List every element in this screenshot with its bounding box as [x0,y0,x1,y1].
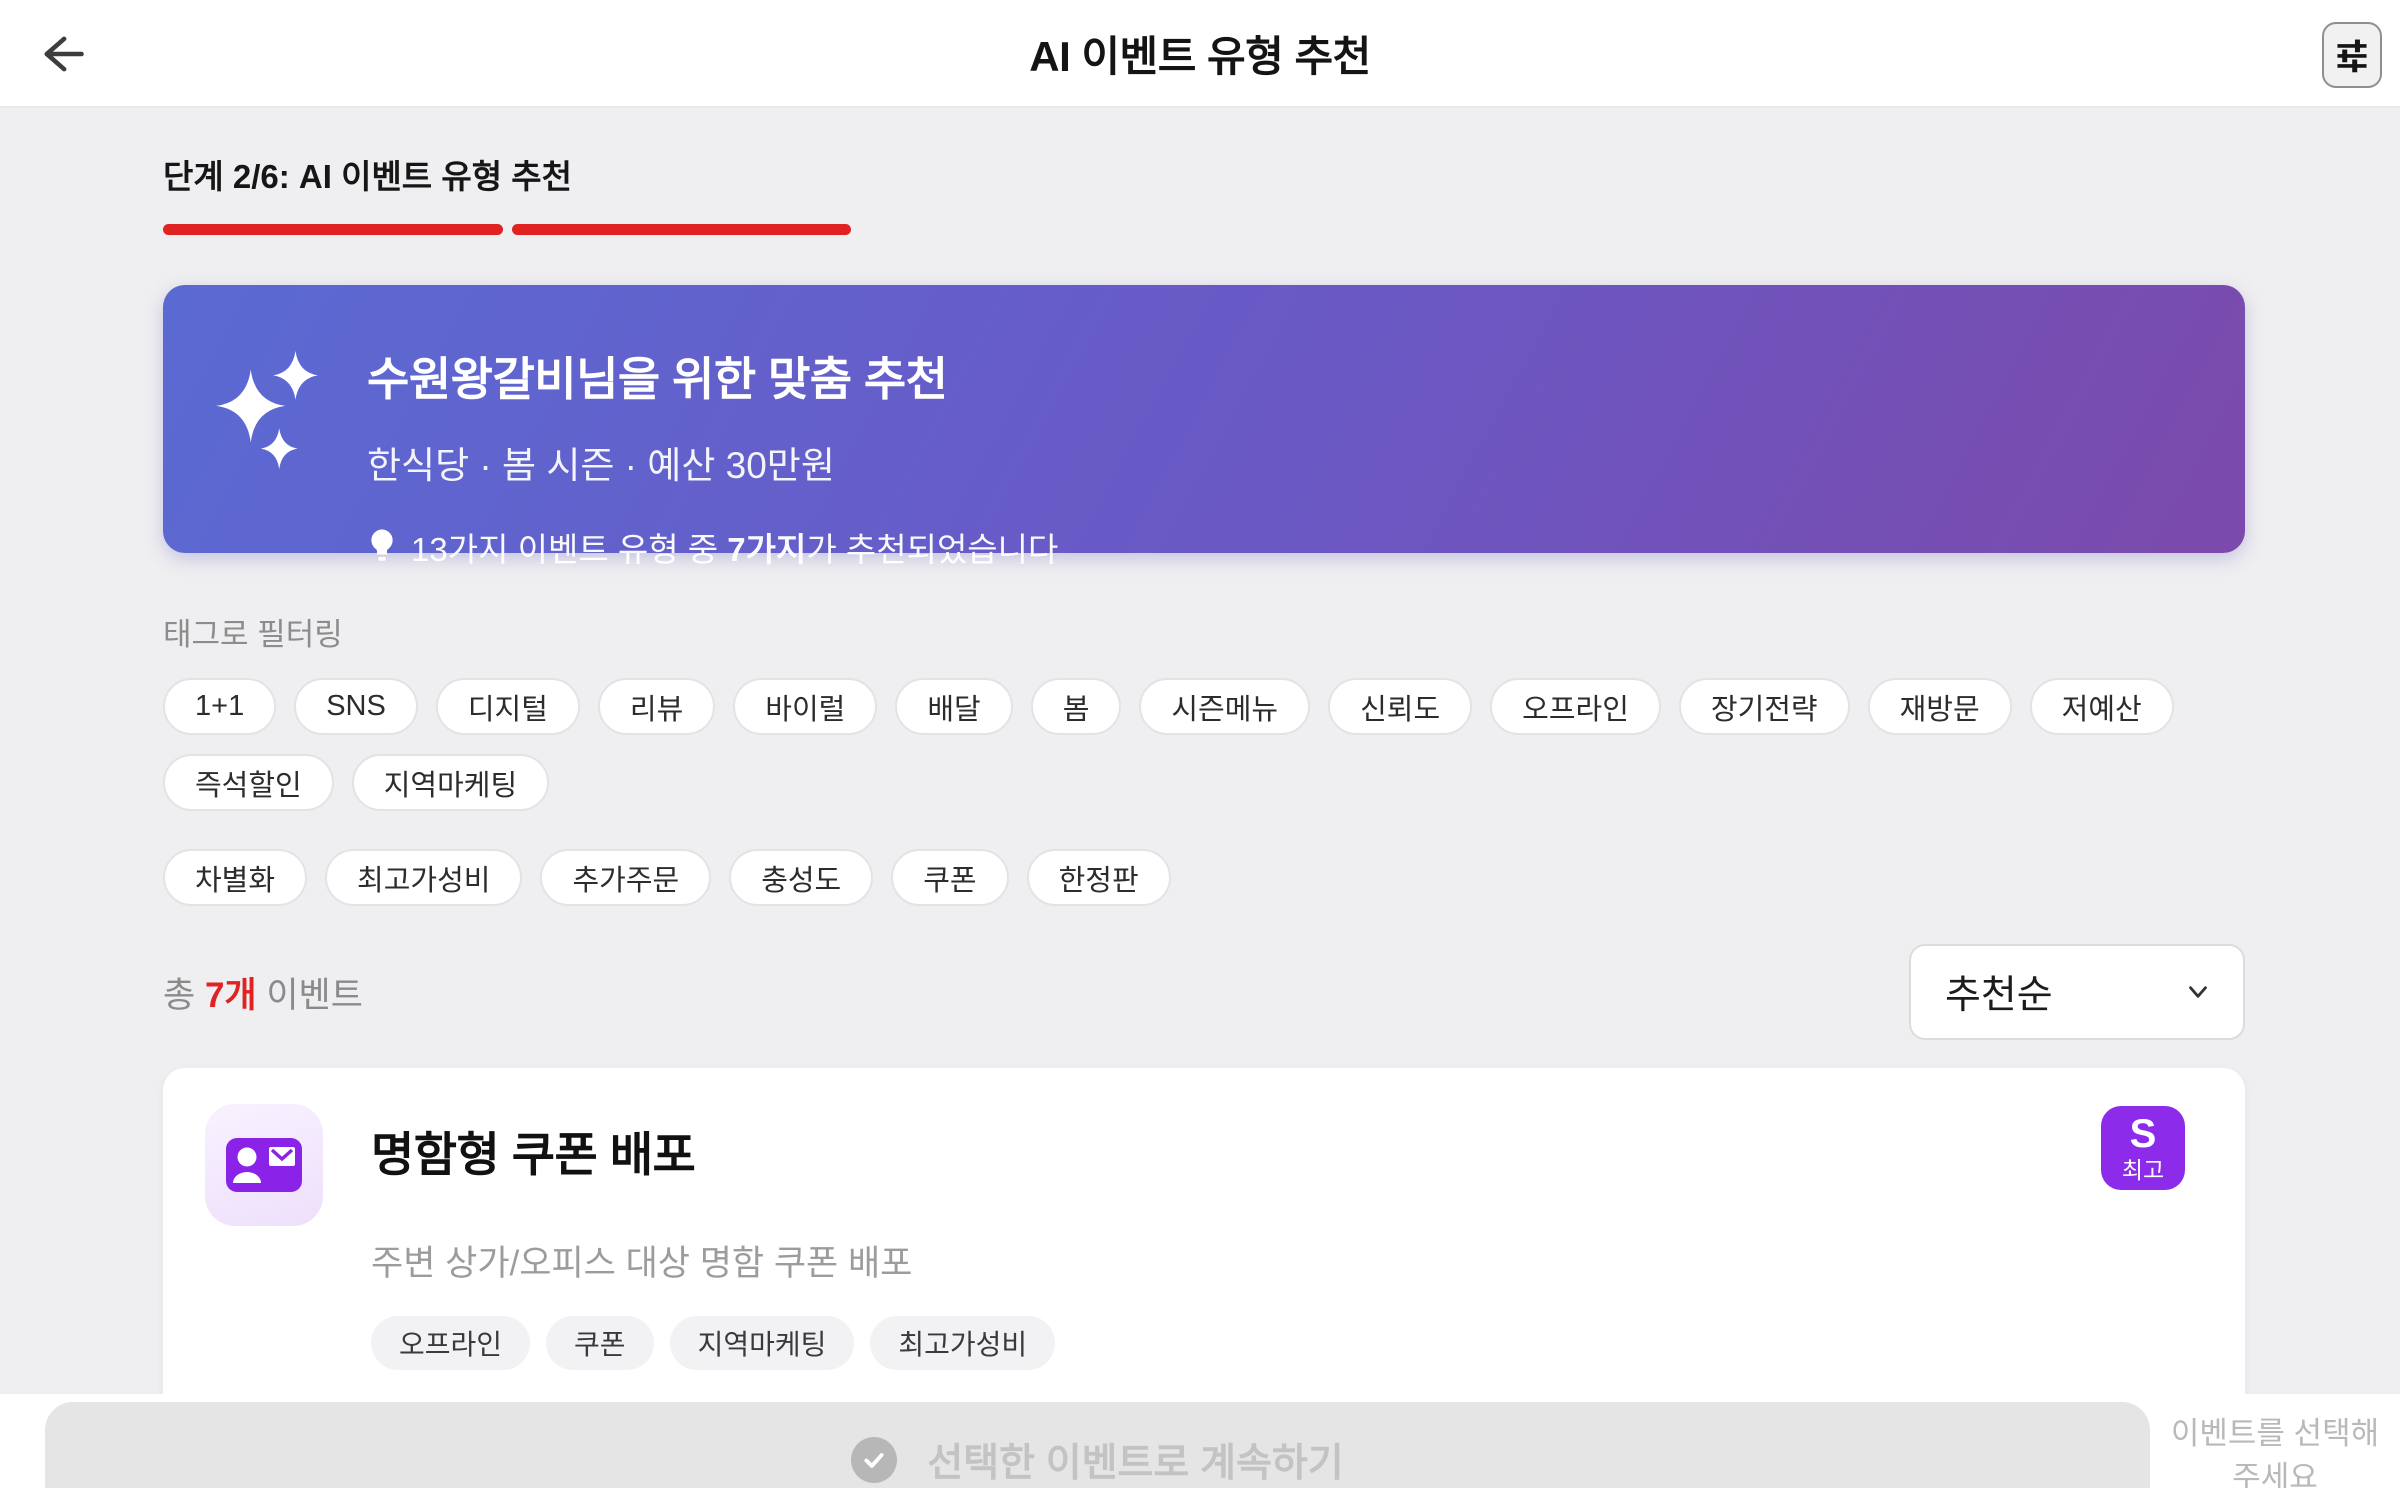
banner-info-text: 13가지 이벤트 유형 중 7가지가 추천되었습니다 [411,531,1059,568]
bottom-action-bar: 선택한 이벤트로 계속하기 이벤트를 선택해주세요 [0,1394,2400,1488]
list-header: 총 7개 이벤트 추천순 [163,944,2245,1040]
event-card-top: 명함형 쿠폰 배포 주변 상가/오피스 대상 명함 쿠폰 배포 오프라인 쿠폰 … [205,1104,2189,1370]
event-description: 주변 상가/오피스 대상 명함 쿠폰 배포 [371,1244,913,1283]
business-card-icon [226,1138,302,1192]
event-tags: 오프라인 쿠폰 지역마케팅 최고가성비 [371,1316,2189,1370]
filter-chip[interactable]: 즉석할인 [163,754,334,811]
event-count-number: 7개 [204,975,257,1015]
event-tag: 최고가성비 [870,1316,1056,1370]
continue-button[interactable]: 선택한 이벤트로 계속하기 [45,1402,2150,1488]
filter-chip[interactable]: 디지털 [435,678,580,735]
filter-chip[interactable]: 최고가성비 [325,849,523,906]
tune-sliders-icon [2332,35,2372,75]
filter-chip[interactable]: 배달 [895,678,1013,735]
filter-chip[interactable]: 바이럴 [733,678,878,735]
filter-chip[interactable]: 차별화 [163,849,308,906]
filter-chip[interactable]: 장기전략 [1678,678,1850,735]
event-card-text-col: 명함형 쿠폰 배포 주변 상가/오피스 대상 명함 쿠폰 배포 오프라인 쿠폰 … [371,1104,2189,1370]
sparkles-icon [215,349,325,513]
progress-segment [1906,224,2246,235]
main-content: 단계 2/6: AI 이벤트 유형 추천 수원왕갈비님을 위한 맞춤 추천 한식… [0,150,2400,1488]
filter-chip[interactable]: 지역마케팅 [351,754,550,811]
tag-filter-label: 태그로 필터링 [163,617,343,652]
sort-selected-value: 추천순 [1945,974,2053,1017]
tag-filter-chips: 1+1 SNS 디지털 리뷰 바이럴 배달 봄 시즌메뉴 신뢰도 오프라인 장기… [163,678,2245,906]
page-title: AI 이벤트 유형 추천 [1029,32,1371,80]
banner-title: 수원왕갈비님을 위한 맞춤 추천 [367,353,948,405]
filter-chip[interactable]: 저예산 [2029,678,2174,735]
step-label: 단계 2/6: AI 이벤트 유형 추천 [163,158,572,195]
progress-segment [163,224,503,235]
event-title: 명함형 쿠폰 배포 [371,1128,696,1181]
grade-letter: S [2129,1112,2157,1156]
filter-chip[interactable]: 추가주문 [540,849,712,906]
filter-chip[interactable]: 봄 [1030,678,1122,735]
chevron-down-icon [2183,977,2213,1007]
filter-chip[interactable]: 1+1 [163,678,277,735]
filter-chip[interactable]: 리뷰 [597,678,716,735]
event-tag: 지역마케팅 [669,1316,855,1370]
selection-helper-text: 이벤트를 선택해주세요 [2170,1416,2380,1488]
event-count: 총 7개 이벤트 [163,975,363,1015]
filter-chip[interactable]: 오프라인 [1490,678,1661,735]
banner-text-block: 수원왕갈비님을 위한 맞춤 추천 한식당 · 봄 시즌 · 예산 30만원 13… [367,343,1058,568]
filter-settings-button[interactable] [2322,22,2382,88]
banner-subtitle: 한식당 · 봄 시즌 · 예산 30만원 [367,445,835,486]
sort-dropdown[interactable]: 추천순 [1909,944,2245,1040]
filter-chip[interactable]: SNS [294,678,418,735]
filter-chip[interactable]: 재방문 [1867,678,2012,735]
progress-segment [511,224,851,235]
filter-chip[interactable]: 시즌메뉴 [1139,678,1311,735]
ai-recommendation-banner: 수원왕갈비님을 위한 맞춤 추천 한식당 · 봄 시즌 · 예산 30만원 13… [163,285,2245,568]
event-type-icon-box [205,1104,323,1226]
lightbulb-icon [367,527,397,567]
grade-badge: S 최고 [2101,1106,2185,1190]
filter-chip[interactable]: 충성도 [729,849,874,906]
event-tag: 쿠폰 [546,1316,654,1370]
filter-chip[interactable]: 쿠폰 [891,849,1009,906]
filter-chip[interactable]: 신뢰도 [1328,678,1473,735]
progress-segment [860,224,1200,235]
check-circle-icon [851,1437,898,1483]
event-tag: 오프라인 [371,1316,531,1370]
progress-bar [163,224,2245,235]
app-header: AI 이벤트 유형 추천 [0,0,2400,108]
banner-info-line: 13가지 이벤트 유형 중 7가지가 추천되었습니다 [367,523,1058,571]
continue-button-label: 선택한 이벤트로 계속하기 [927,1442,1344,1485]
progress-segment [1557,224,1897,235]
grade-label: 최고 [2121,1157,2165,1183]
progress-segment [1209,224,1549,235]
filter-chip[interactable]: 한정판 [1026,849,1171,906]
